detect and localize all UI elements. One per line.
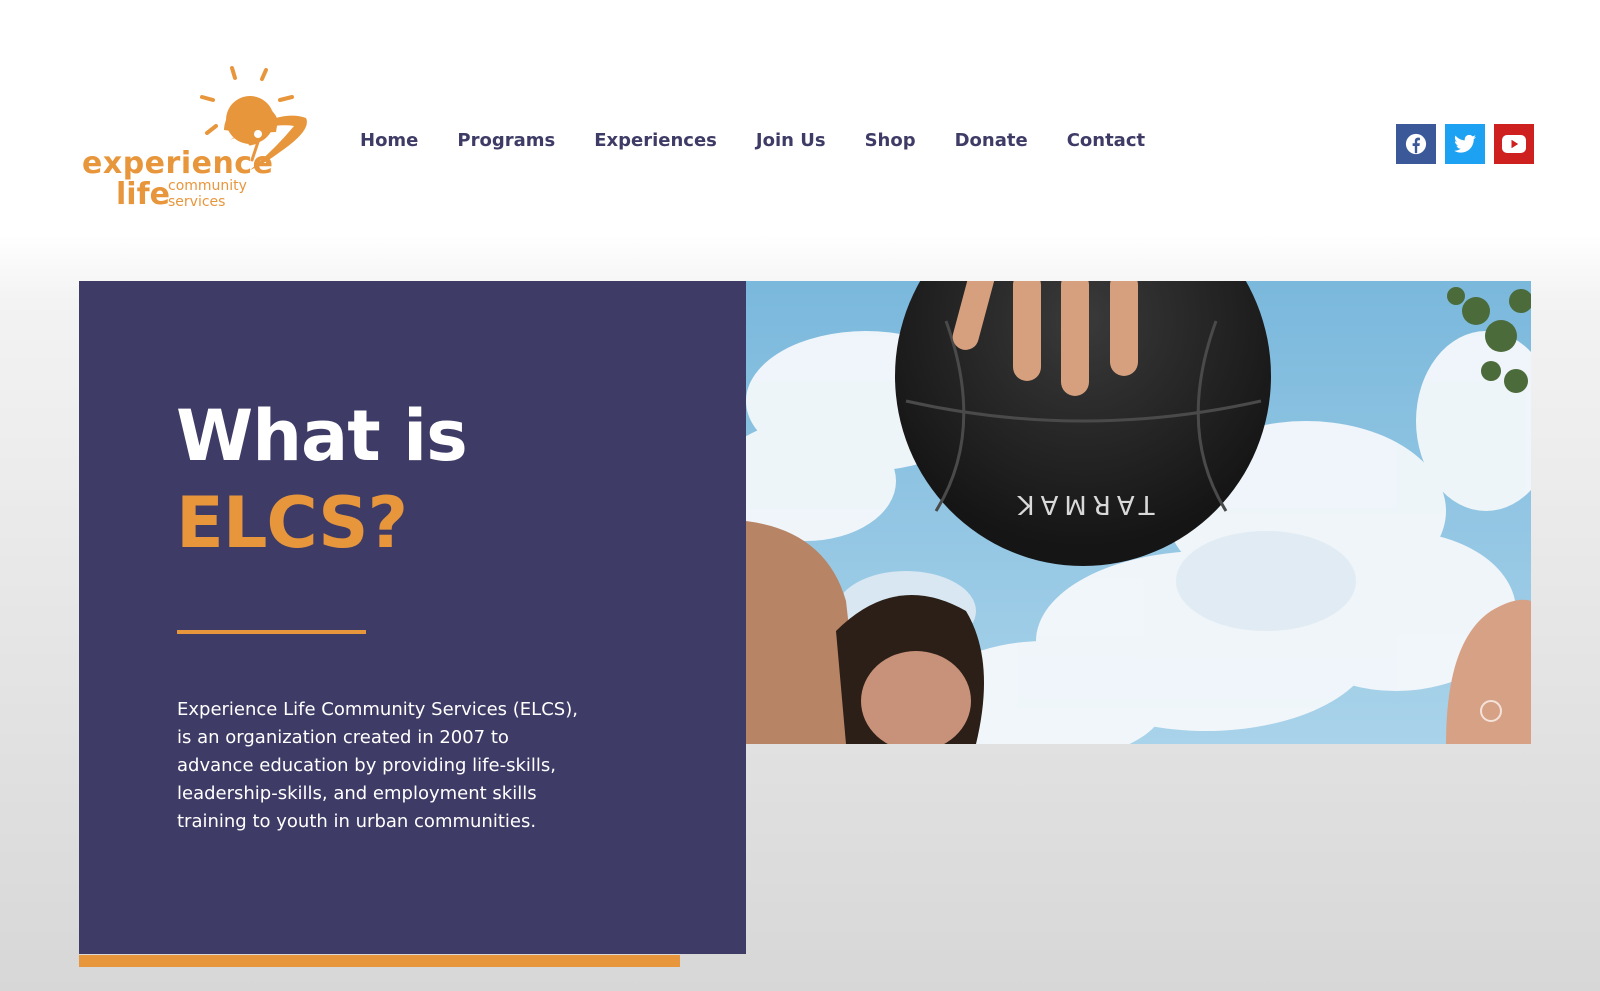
logo-word-life: life	[116, 177, 170, 212]
nav-item-shop[interactable]: Shop	[865, 130, 916, 151]
site-header: experience life community services Home …	[0, 0, 1600, 240]
title-divider	[177, 630, 366, 634]
about-panel	[79, 281, 746, 954]
youtube-button[interactable]	[1494, 124, 1534, 164]
youtube-icon	[1502, 135, 1526, 153]
twitter-icon	[1454, 134, 1476, 153]
hero-description: Experience Life Community Services (ELCS…	[177, 699, 578, 832]
hero-photo: TARMAK	[746, 281, 1531, 744]
panel-accent-bar	[79, 955, 680, 967]
hero-title-line2: ELCS?	[176, 482, 408, 564]
site-logo[interactable]: experience life community services	[80, 60, 320, 220]
basketball-sky-photo: TARMAK	[746, 281, 1531, 744]
social-links	[1396, 124, 1543, 164]
nav-item-contact[interactable]: Contact	[1067, 130, 1145, 151]
facebook-icon	[1405, 133, 1427, 155]
nav-item-join-us[interactable]: Join Us	[756, 130, 826, 151]
main-nav: Home Programs Experiences Join Us Shop D…	[360, 130, 1184, 151]
logo-word-community: community	[168, 178, 247, 194]
nav-item-programs[interactable]: Programs	[457, 130, 555, 151]
nav-item-donate[interactable]: Donate	[955, 130, 1028, 151]
ball-brand-text: TARMAK	[1012, 489, 1156, 519]
logo-word-services: services	[168, 194, 226, 210]
twitter-button[interactable]	[1445, 124, 1485, 164]
facebook-button[interactable]	[1396, 124, 1436, 164]
nav-item-experiences[interactable]: Experiences	[594, 130, 717, 151]
logo-word-experience: experience	[82, 146, 274, 181]
hero-title-line1: What is	[176, 395, 468, 477]
nav-item-home[interactable]: Home	[360, 130, 418, 151]
